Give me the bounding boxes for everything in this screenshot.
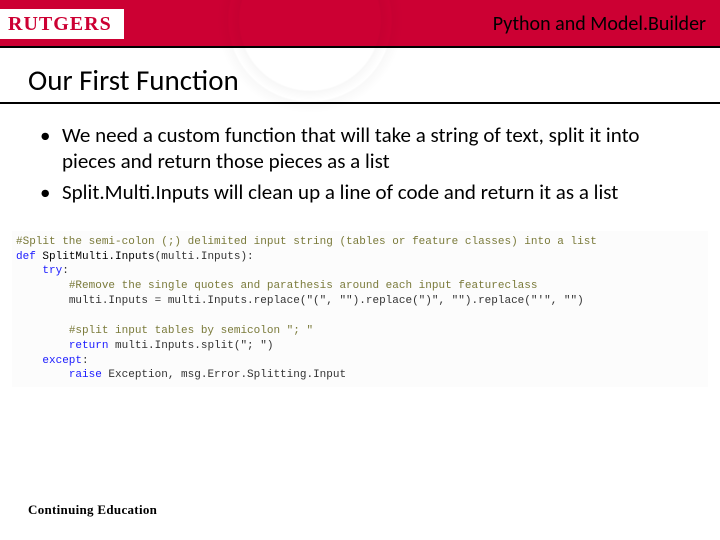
header-bar: RUTGERS Python and Model.Builder (0, 0, 720, 48)
code-fn-name: SplitMulti.Inputs (42, 251, 154, 263)
code-keyword: return (69, 340, 109, 352)
logo-text: RUTGERS (8, 13, 112, 36)
code-line: multi.Inputs.split("; ") (108, 340, 273, 352)
title-wrap: Our First Function (0, 48, 720, 122)
code-keyword: except (42, 355, 82, 367)
code-keyword: raise (69, 369, 102, 381)
code-comment: #split input tables by semicolon "; " (69, 325, 313, 337)
code-comment: #Remove the single quotes and parathesis… (69, 280, 538, 292)
code-comment: #Split the semi-colon (;) delimited inpu… (16, 236, 597, 248)
slide-title: Our First Function (0, 48, 720, 104)
code-block: #Split the semi-colon (;) delimited inpu… (12, 231, 708, 387)
code-line: Exception, msg.Error.Splitting.Input (102, 369, 346, 381)
code-keyword: def (16, 251, 36, 263)
content-area: We need a custom function that will take… (0, 122, 720, 205)
course-title: Python and Model.Builder (493, 12, 706, 36)
rutgers-logo: RUTGERS (0, 9, 124, 39)
code-params: (multi.Inputs): (155, 251, 254, 263)
code-keyword: try (42, 265, 62, 277)
list-item: Split.Multi.Inputs will clean up a line … (36, 179, 684, 205)
code-line: multi.Inputs = multi.Inputs.replace("(",… (69, 295, 584, 307)
footer-text: Continuing Education (28, 502, 157, 518)
bullet-list: We need a custom function that will take… (36, 122, 684, 205)
slide: RUTGERS Python and Model.Builder Our Fir… (0, 0, 720, 540)
list-item: We need a custom function that will take… (36, 122, 684, 175)
